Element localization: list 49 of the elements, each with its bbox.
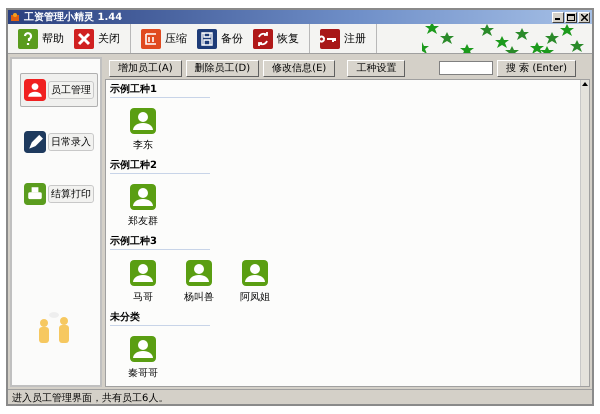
person-icon[interactable]	[242, 260, 268, 286]
person-icon[interactable]	[130, 184, 156, 210]
minimize-button[interactable]	[552, 12, 564, 22]
person-icon[interactable]	[186, 260, 212, 286]
group-heading: 示例工种2	[110, 158, 210, 174]
search-button[interactable]: 搜 索 (Enter)	[496, 60, 576, 76]
scroll-up-arrow-icon[interactable]	[581, 80, 589, 88]
person-icon[interactable]	[130, 260, 156, 286]
printer-icon	[24, 181, 46, 207]
action-button[interactable]: 增加员工(A)	[109, 60, 182, 76]
app-icon	[10, 12, 20, 22]
action-button[interactable]: 工种设置	[347, 60, 406, 76]
compress-icon	[141, 28, 161, 48]
pencil-icon	[24, 129, 46, 155]
employee-name: 马哥	[132, 291, 154, 304]
toolbar-button[interactable]: 注册	[318, 28, 368, 48]
toolbar-button[interactable]: 恢复	[251, 28, 301, 48]
sidebar-item[interactable]: 员工管理	[20, 73, 98, 107]
toolbar-button[interactable]: 关闭	[72, 28, 122, 48]
action-button[interactable]: 删除员工(D)	[186, 60, 260, 76]
circular-arrows-icon	[253, 28, 273, 48]
employee-name: 阿凤姐	[242, 291, 268, 304]
employee-name: 秦哥哥	[130, 367, 156, 380]
status-bar: 进入员工管理界面，共有员工6人。	[8, 389, 592, 404]
person-icon[interactable]	[130, 336, 156, 362]
employee-name: 李东	[132, 138, 154, 152]
search-field[interactable]	[438, 61, 493, 75]
sidebar-item[interactable]: 日常录入	[20, 125, 98, 159]
toolbar-button[interactable]: 备份	[195, 28, 245, 48]
toolbar-button[interactable]: 压缩	[139, 28, 189, 48]
toolbar-button[interactable]: 帮助	[16, 28, 66, 48]
action-button[interactable]: 修改信息(E)	[263, 60, 336, 76]
help-icon	[18, 28, 38, 48]
group-heading: 示例工种3	[110, 234, 210, 250]
employee-name: 郑友群	[130, 215, 156, 228]
close-icon	[74, 28, 94, 48]
key-icon	[320, 28, 340, 48]
maximize-icon	[567, 14, 575, 20]
group-heading: 示例工种1	[110, 82, 210, 98]
maximize-button[interactable]	[565, 12, 577, 22]
window-title: 工资管理小精灵 1.44	[24, 10, 122, 24]
close-button[interactable]	[578, 12, 590, 22]
group-heading: 未分类	[110, 310, 210, 326]
person-icon[interactable]	[130, 108, 156, 134]
sidebar-item[interactable]: 结算打印	[20, 177, 98, 211]
scrollbar[interactable]	[580, 80, 589, 386]
person-icon	[24, 77, 46, 103]
close-icon	[580, 14, 588, 20]
employee-name: 杨叫兽	[186, 290, 212, 304]
